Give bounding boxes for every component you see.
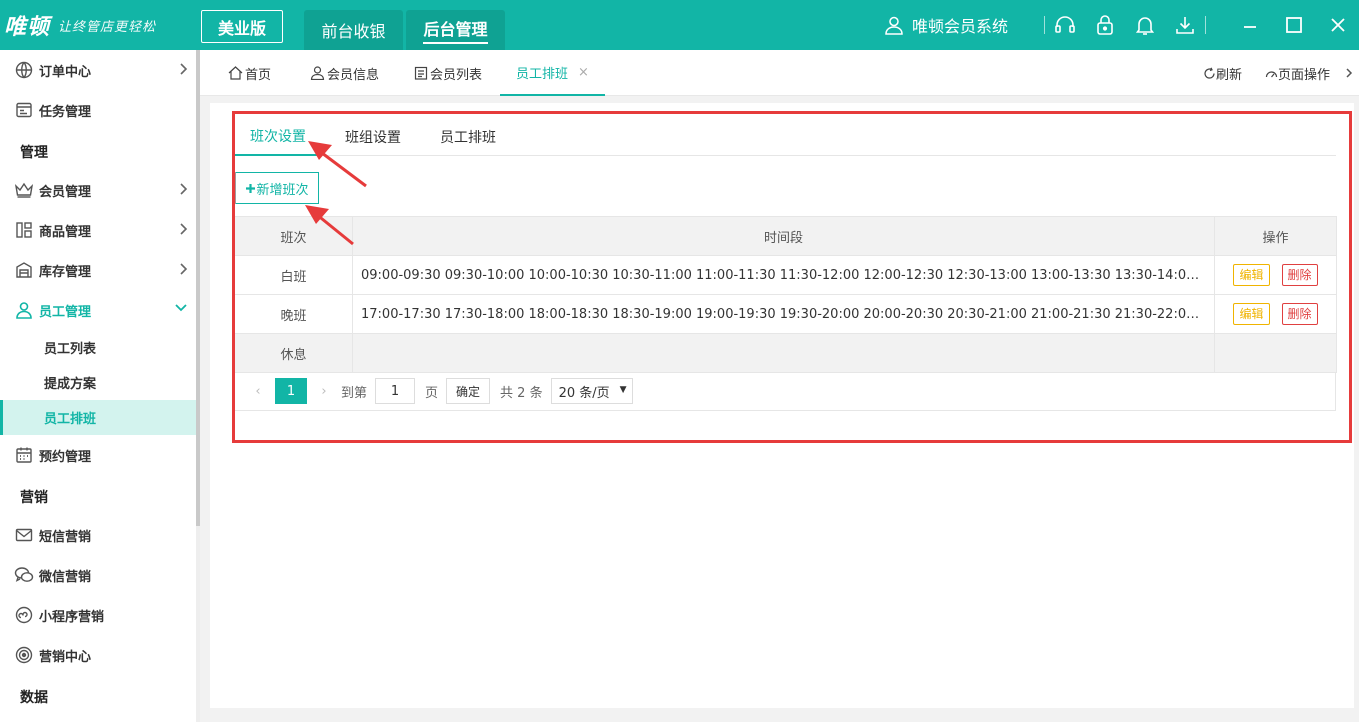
tab-front-cashier-label: 前台收银 — [321, 22, 386, 41]
home-icon — [228, 66, 243, 80]
sidebar-item-label: 员工管理 — [39, 304, 92, 320]
sidebar-item-label: 订单中心 — [39, 64, 92, 80]
page-tab-home[interactable]: 首页 — [228, 50, 271, 96]
sidebar-item-label: 短信营销 — [39, 529, 92, 545]
refresh-icon — [1204, 67, 1215, 79]
sidebar-item-label: 小程序营销 — [39, 609, 105, 625]
top-bar: 唯顿 让终管店更轻松 美业版 前台收银 后台管理 唯顿会员系统 — [0, 0, 1359, 50]
sidebar-scrollbar[interactable] — [196, 50, 200, 526]
sidebar-item-label: 任务管理 — [39, 104, 92, 120]
edition-badge[interactable]: 美业版 — [201, 10, 283, 43]
sidebar-item-inventory[interactable]: 库存管理 — [0, 250, 196, 290]
user-icon — [14, 300, 34, 320]
page-tab-staff-schedule[interactable]: 员工排班 × — [500, 50, 605, 96]
sidebar-item-label: 会员管理 — [39, 184, 92, 200]
minimize-icon[interactable] — [1228, 17, 1272, 33]
bell-icon[interactable] — [1125, 14, 1165, 36]
chevron-right-icon — [180, 223, 188, 235]
refresh-button[interactable]: 刷新 — [1203, 50, 1242, 96]
wechat-icon — [14, 565, 34, 585]
sidebar-subitem-staff-list[interactable]: 员工列表 — [0, 330, 196, 365]
close-tab-icon[interactable]: × — [578, 65, 589, 80]
app-logo: 唯顿 让终管店更轻松 — [4, 8, 156, 42]
user-icon — [310, 66, 325, 80]
headset-icon[interactable] — [1045, 14, 1085, 36]
close-icon[interactable] — [1316, 17, 1359, 33]
tab-backend-admin-label: 后台管理 — [423, 16, 488, 44]
divider — [1205, 16, 1206, 34]
target-icon — [14, 645, 34, 665]
mail-icon — [14, 525, 34, 545]
page-tab-member-info[interactable]: 会员信息 — [310, 50, 379, 96]
page-ops-label: 页面操作 — [1278, 67, 1331, 83]
system-account[interactable]: 唯顿会员系统 — [884, 12, 1008, 38]
sidebar-subitem-staff-schedule[interactable]: 员工排班 — [0, 400, 196, 435]
sidebar-item-label: 微信营销 — [39, 569, 92, 585]
top-tools — [1044, 10, 1206, 40]
download-icon[interactable] — [1165, 14, 1205, 36]
sidebar-item-label: 营销中心 — [39, 649, 92, 665]
calendar-icon — [14, 445, 34, 465]
sidebar-item-tasks[interactable]: 任务管理 — [0, 90, 196, 130]
sidebar-item-wechat[interactable]: 微信营销 — [0, 555, 196, 595]
crown-icon — [14, 180, 34, 200]
sidebar-item-members[interactable]: 会员管理 — [0, 170, 196, 210]
annotation-highlight-box — [232, 111, 1352, 443]
page-tab-label: 会员列表 — [430, 67, 483, 83]
page-ops-button[interactable]: 页面操作 — [1265, 50, 1330, 96]
page-ops-icon — [1265, 70, 1278, 77]
page-tab-label: 员工排班 — [516, 66, 569, 82]
sidebar-item-staff[interactable]: 员工管理 — [0, 290, 196, 330]
system-name: 唯顿会员系统 — [912, 17, 1009, 36]
sidebar-group-data: 数据 — [20, 690, 48, 706]
globe-icon — [14, 60, 34, 80]
sidebar-item-label: 预约管理 — [39, 449, 92, 465]
sidebar-item-marketing-center[interactable]: 营销中心 — [0, 635, 196, 675]
sidebar: 订单中心 任务管理 管理 会员管理 商品管理 库存管理 员工管理 员工列表 提成… — [0, 50, 196, 722]
page-tab-member-list[interactable]: 会员列表 — [414, 50, 482, 96]
sidebar-item-label: 库存管理 — [39, 264, 92, 280]
chevron-right-icon — [180, 263, 188, 275]
sidebar-item-miniprogram[interactable]: 小程序营销 — [0, 595, 196, 635]
sidebar-item-products[interactable]: 商品管理 — [0, 210, 196, 250]
brand-name: 唯顿 — [4, 14, 51, 40]
miniprogram-icon — [14, 605, 34, 625]
lock-icon[interactable] — [1085, 14, 1125, 36]
sidebar-item-orders[interactable]: 订单中心 — [0, 50, 196, 90]
tab-backend-admin[interactable]: 后台管理 — [406, 10, 505, 50]
chevron-right-icon[interactable] — [1345, 50, 1353, 96]
brand-slogan: 让终管店更轻松 — [58, 19, 157, 35]
window-controls — [1228, 10, 1359, 40]
grid-icon — [14, 220, 34, 240]
page-tabs: 首页 会员信息 会员列表 员工排班 × 刷新 页面操作 — [200, 50, 1359, 96]
list-icon — [414, 66, 428, 80]
sidebar-item-sms[interactable]: 短信营销 — [0, 515, 196, 555]
task-icon — [14, 100, 34, 120]
sidebar-group-manage: 管理 — [20, 145, 48, 161]
warehouse-icon — [14, 260, 34, 280]
maximize-icon[interactable] — [1272, 16, 1316, 34]
sidebar-subitem-commission[interactable]: 提成方案 — [0, 365, 196, 400]
page-tab-label: 会员信息 — [327, 67, 380, 83]
sidebar-item-label: 商品管理 — [39, 224, 92, 240]
chevron-down-icon — [175, 304, 187, 312]
sidebar-group-marketing: 营销 — [20, 490, 48, 506]
chevron-right-icon — [180, 183, 188, 195]
chevron-right-icon — [180, 63, 188, 75]
refresh-label: 刷新 — [1216, 67, 1243, 83]
tab-front-cashier[interactable]: 前台收银 — [304, 10, 403, 50]
user-icon — [885, 16, 903, 35]
sidebar-item-appointments[interactable]: 预约管理 — [0, 435, 196, 475]
page-tab-label: 首页 — [245, 67, 272, 83]
